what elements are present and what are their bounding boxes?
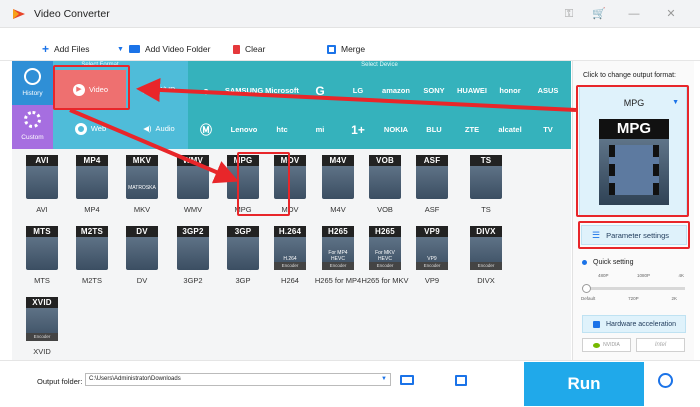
annotation-arrows xyxy=(69,77,577,184)
arrow-to-mpg-format xyxy=(69,108,239,184)
arrow-to-video-category xyxy=(136,77,577,112)
